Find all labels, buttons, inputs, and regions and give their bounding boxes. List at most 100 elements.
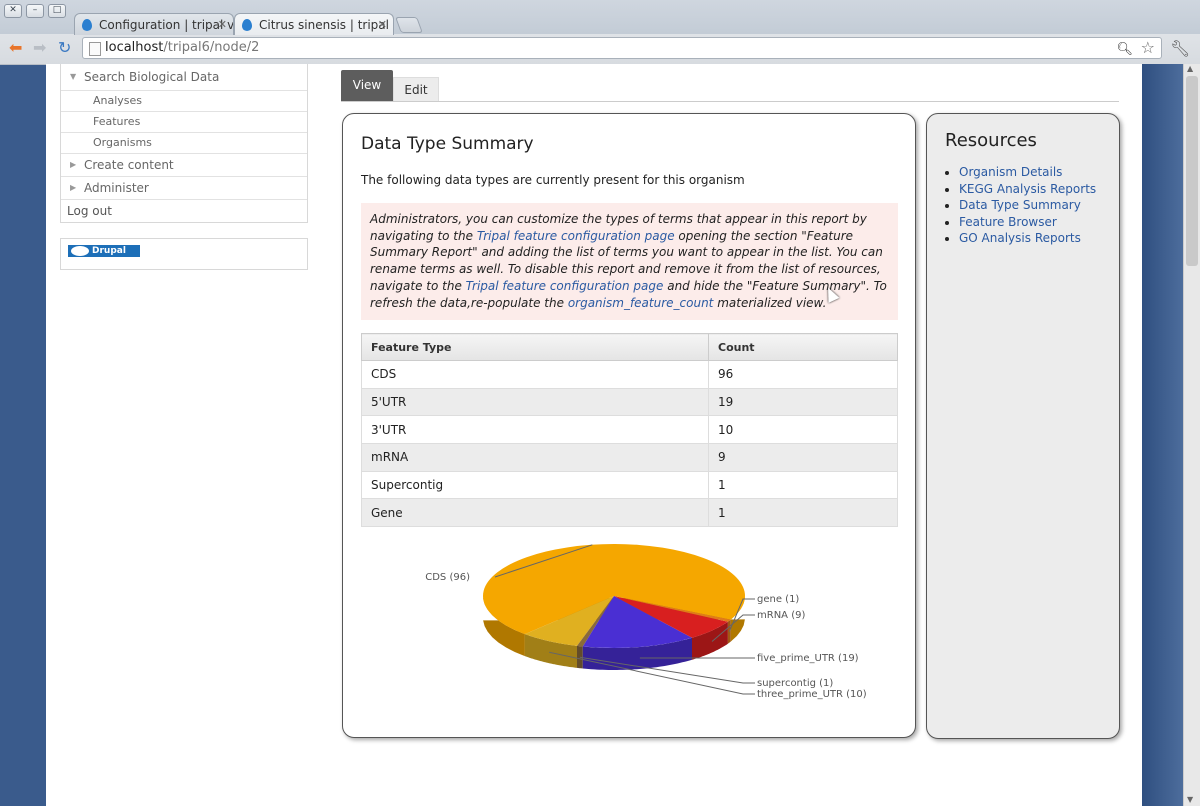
tripal-config-link-2[interactable]: Tripal feature configuration page bbox=[466, 279, 664, 293]
menu-item-label: Log out bbox=[67, 204, 112, 218]
bookmark-star-icon[interactable]: ☆ bbox=[1141, 38, 1155, 58]
drupal-drop-icon bbox=[71, 246, 89, 256]
window-maximize-button[interactable]: □ bbox=[48, 4, 66, 18]
window-background bbox=[1142, 64, 1183, 806]
tab-divider bbox=[341, 101, 1119, 102]
cell-feature-type: 3'UTR bbox=[361, 415, 709, 445]
cell-count: 1 bbox=[708, 470, 898, 500]
menu-item-label: Analyses bbox=[93, 94, 143, 107]
menu-item-organisms[interactable]: Organisms bbox=[61, 133, 307, 154]
close-tab-icon[interactable]: ✕ bbox=[218, 14, 227, 35]
drupal-logo[interactable]: Drupal bbox=[68, 245, 140, 257]
zoom-icon[interactable]: 🔍︎ bbox=[1116, 40, 1133, 60]
scroll-up-icon[interactable]: ▲ bbox=[1187, 64, 1193, 73]
resource-link-data-type-summary[interactable]: Data Type Summary bbox=[959, 198, 1081, 212]
wrench-menu-icon[interactable]: 🔧︎ bbox=[1170, 39, 1190, 58]
pie-slice-label: supercontig (1) bbox=[757, 678, 833, 689]
table-row: CDS 96 bbox=[361, 360, 898, 389]
navigation-menu: ▼ Search Biological Data Analyses Featur… bbox=[60, 64, 308, 223]
resource-link-go-analysis[interactable]: GO Analysis Reports bbox=[959, 231, 1081, 245]
resource-link-feature-browser[interactable]: Feature Browser bbox=[959, 215, 1057, 229]
pie-slice-label: gene (1) bbox=[757, 594, 799, 605]
notice-text: materialized view. bbox=[713, 295, 827, 310]
page-icon bbox=[89, 42, 101, 56]
tab-edit[interactable]: Edit bbox=[393, 77, 439, 101]
menu-item-log-out[interactable]: Log out bbox=[61, 200, 307, 222]
pie-slice-label: CDS (96) bbox=[425, 572, 470, 583]
drupal-favicon-icon bbox=[82, 19, 92, 31]
tab-view[interactable]: View bbox=[341, 70, 393, 101]
resource-link-organism-details[interactable]: Organism Details bbox=[959, 165, 1062, 179]
feature-type-table: Feature Type Count CDS 96 5'UTR 19 3'UTR 10… bbox=[361, 333, 898, 528]
feature-pie-chart: CDS (96) three_prime_UTR (10) supercontig … bbox=[343, 534, 917, 734]
new-tab-button[interactable] bbox=[395, 17, 423, 33]
tab-bar: ✕ – □ Configuration | tripal v1 ✕ Citrus… bbox=[0, 0, 1200, 35]
panel-title: Data Type Summary bbox=[361, 134, 534, 154]
table-row: Gene 1 bbox=[361, 498, 898, 528]
list-item: Organism Details bbox=[959, 164, 1096, 181]
menu-item-label: Create content bbox=[84, 158, 174, 172]
window-minimize-button[interactable]: – bbox=[26, 4, 44, 18]
resource-link-kegg-analysis[interactable]: KEGG Analysis Reports bbox=[959, 182, 1096, 196]
expanded-triangle-icon: ▼ bbox=[70, 72, 77, 81]
cell-count: 19 bbox=[708, 387, 898, 417]
menu-item-search-biological-data[interactable]: ▼ Search Biological Data bbox=[61, 64, 307, 91]
admin-notice: Administrators, you can customize the ty… bbox=[361, 203, 898, 320]
menu-item-administer[interactable]: ▶ Administer bbox=[61, 177, 307, 200]
collapsed-triangle-icon: ▶ bbox=[70, 183, 77, 192]
menu-item-label: Administer bbox=[84, 181, 149, 195]
drupal-favicon-icon bbox=[242, 19, 252, 31]
list-item: GO Analysis Reports bbox=[959, 230, 1096, 247]
vertical-scrollbar[interactable]: ▲ ▼ bbox=[1183, 64, 1200, 806]
resources-title: Resources bbox=[945, 130, 1037, 151]
column-header-feature-type: Feature Type bbox=[361, 333, 709, 361]
list-item: KEGG Analysis Reports bbox=[959, 181, 1096, 198]
data-type-summary-panel: Data Type Summary The following data typ… bbox=[342, 113, 916, 738]
cell-feature-type: 5'UTR bbox=[361, 387, 709, 417]
tripal-config-link[interactable]: Tripal feature configuration page bbox=[477, 229, 675, 243]
menu-item-create-content[interactable]: ▶ Create content bbox=[61, 154, 307, 177]
cell-feature-type: mRNA bbox=[361, 443, 709, 472]
cell-feature-type: Gene bbox=[361, 498, 709, 528]
organism-feature-count-link[interactable]: organism_feature_count bbox=[568, 296, 714, 310]
close-tab-icon[interactable]: ✕ bbox=[378, 14, 387, 35]
address-bar[interactable]: localhost/tripal6/node/2 🔍︎ ☆ bbox=[82, 37, 1162, 59]
menu-item-analyses[interactable]: Analyses bbox=[61, 91, 307, 112]
window-close-button[interactable]: ✕ bbox=[4, 4, 22, 18]
pie-slice-label: three_prime_UTR (10) bbox=[757, 689, 867, 700]
pie-slice-label: mRNA (9) bbox=[757, 610, 805, 621]
cell-feature-type: CDS bbox=[361, 360, 709, 389]
scroll-down-icon[interactable]: ▼ bbox=[1187, 795, 1193, 804]
drupal-badge-label: Drupal bbox=[92, 246, 126, 256]
menu-item-features[interactable]: Features bbox=[61, 112, 307, 133]
menu-item-label: Features bbox=[93, 115, 141, 128]
list-item: Feature Browser bbox=[959, 214, 1096, 231]
cell-count: 96 bbox=[708, 360, 898, 389]
cell-count: 10 bbox=[708, 415, 898, 445]
resources-panel: Resources Organism Details KEGG Analysis… bbox=[926, 113, 1120, 739]
table-header-row: Feature Type Count bbox=[361, 333, 898, 361]
forward-arrow-icon[interactable]: ➡ bbox=[33, 40, 46, 56]
pie-slice-label: five_prime_UTR (19) bbox=[757, 653, 859, 664]
collapsed-triangle-icon: ▶ bbox=[70, 160, 77, 169]
powered-by-drupal-block: Drupal bbox=[60, 238, 308, 270]
menu-item-label: Search Biological Data bbox=[84, 70, 220, 84]
pie-chart-svg: CDS (96) three_prime_UTR (10)supercontig … bbox=[425, 543, 867, 700]
scrollbar-thumb[interactable] bbox=[1186, 76, 1198, 266]
browser-tab-label: Configuration | tripal v1 bbox=[99, 18, 234, 32]
table-row: 5'UTR 19 bbox=[361, 387, 898, 417]
back-arrow-icon[interactable]: ⬅ bbox=[9, 40, 22, 56]
browser-tab-citrus[interactable]: Citrus sinensis | tripal v ✕ bbox=[234, 13, 394, 35]
menu-item-label: Organisms bbox=[93, 136, 152, 149]
browser-tab-configuration[interactable]: Configuration | tripal v1 ✕ bbox=[74, 13, 234, 35]
cell-count: 9 bbox=[708, 443, 898, 472]
browser-chrome: ✕ – □ Configuration | tripal v1 ✕ Citrus… bbox=[0, 0, 1200, 65]
table-row: Supercontig 1 bbox=[361, 470, 898, 500]
resources-list: Organism Details KEGG Analysis Reports D… bbox=[941, 164, 1096, 247]
url-path: /tripal6/node/2 bbox=[163, 40, 260, 55]
panel-intro: The following data types are currently p… bbox=[361, 173, 745, 187]
reload-icon[interactable]: ↻ bbox=[58, 40, 71, 56]
list-item: Data Type Summary bbox=[959, 197, 1096, 214]
table-row: 3'UTR 10 bbox=[361, 415, 898, 445]
cell-feature-type: Supercontig bbox=[361, 470, 709, 500]
